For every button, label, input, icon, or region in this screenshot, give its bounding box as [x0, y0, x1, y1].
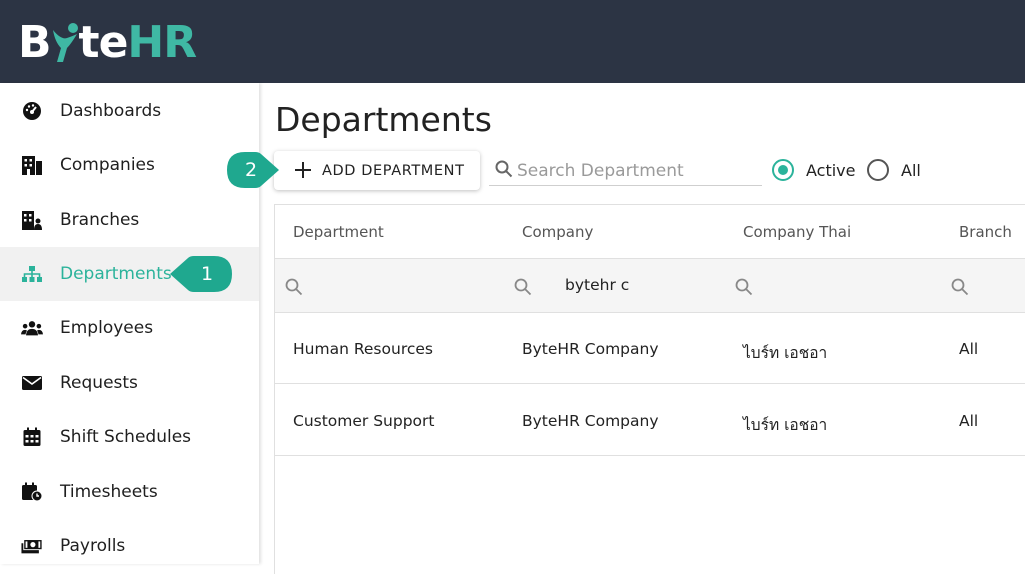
sitemap-icon: [21, 263, 43, 285]
filter-all-label: All: [901, 160, 921, 180]
cell-company-thai: ไบร์ท เอชอา: [743, 416, 828, 434]
add-department-label: ADD DEPARTMENT: [322, 162, 465, 179]
step-1-number: 1: [201, 263, 214, 285]
cell-branch: All: [959, 340, 979, 358]
branch-building-icon: [21, 209, 43, 231]
filter-all-radio[interactable]: All: [867, 159, 921, 181]
table-row[interactable]: Customer Support ByteHR Company ไบร์ท เอ…: [275, 385, 1025, 456]
sidebar-item-companies[interactable]: Companies: [0, 138, 259, 192]
sidebar-item-employees[interactable]: Employees: [0, 301, 259, 355]
departments-table: Department Company Company Thai Branch b…: [274, 204, 1025, 574]
search-icon: [951, 278, 969, 300]
sidebar: Dashboards Companies Branches Department…: [0, 83, 259, 564]
radio-unchecked-icon: [867, 159, 889, 181]
calendar-clock-icon: [21, 481, 43, 503]
cell-branch: All: [959, 412, 979, 430]
company-filter-input[interactable]: bytehr c: [565, 276, 629, 294]
speedometer-icon: [21, 100, 43, 122]
filter-active-radio[interactable]: Active: [772, 159, 856, 181]
sidebar-item-shift-schedules[interactable]: Shift Schedules: [0, 410, 259, 464]
money-icon: [21, 535, 43, 557]
logo-letters-te: te: [78, 16, 129, 68]
search-department-input[interactable]: [517, 158, 757, 184]
search-icon: [285, 278, 303, 300]
cell-company: ByteHR Company: [522, 412, 659, 430]
sidebar-item-label: Timesheets: [60, 482, 158, 502]
bytehr-logo[interactable]: B te HR: [18, 14, 197, 70]
sidebar-item-dashboards[interactable]: Dashboards: [0, 84, 259, 138]
sidebar-item-payrolls[interactable]: Payrolls: [0, 519, 259, 573]
filter-active-label: Active: [806, 160, 856, 180]
mail-icon: [21, 372, 43, 394]
sidebar-item-label: Departments: [60, 264, 172, 284]
logo-letters-hr: HR: [127, 16, 197, 68]
page-title: Departments: [275, 100, 492, 139]
table-filter-row: bytehr c: [275, 259, 1025, 313]
sidebar-item-label: Shift Schedules: [60, 427, 192, 447]
department-search: [489, 156, 762, 186]
logo-person-icon: [51, 18, 79, 66]
sidebar-item-requests[interactable]: Requests: [0, 356, 259, 410]
search-icon: [514, 278, 532, 300]
main-content: Departments ADD DEPARTMENT Active All De…: [259, 83, 1025, 574]
step-2-callout: 2: [225, 150, 279, 190]
radio-checked-icon: [772, 159, 794, 181]
step-2-number: 2: [245, 159, 258, 181]
sidebar-item-label: Branches: [60, 210, 140, 230]
cell-company: ByteHR Company: [522, 340, 659, 358]
table-header: Department Company Company Thai Branch: [275, 205, 1025, 259]
calendar-icon: [21, 426, 43, 448]
plus-icon: [293, 160, 313, 180]
building-icon: [21, 154, 43, 176]
logo-letter-b: B: [18, 16, 52, 68]
table-row[interactable]: Human Resources ByteHR Company ไบร์ท เอช…: [275, 313, 1025, 384]
column-header-branch[interactable]: Branch: [959, 223, 1012, 241]
search-icon: [495, 160, 513, 182]
column-header-company-thai[interactable]: Company Thai: [743, 223, 851, 241]
column-header-company[interactable]: Company: [522, 223, 593, 241]
search-icon: [735, 278, 753, 300]
column-header-department[interactable]: Department: [293, 223, 384, 241]
cell-department: Human Resources: [293, 340, 433, 358]
sidebar-item-label: Companies: [60, 155, 155, 175]
sidebar-item-branches[interactable]: Branches: [0, 193, 259, 247]
cell-company-thai: ไบร์ท เอชอา: [743, 344, 828, 362]
sidebar-item-label: Employees: [60, 318, 154, 338]
add-department-button[interactable]: ADD DEPARTMENT: [274, 151, 480, 190]
cell-department: Customer Support: [293, 412, 435, 430]
top-app-bar: B te HR: [0, 0, 1025, 83]
step-1-callout: 1: [170, 254, 232, 294]
people-icon: [21, 317, 43, 339]
sidebar-item-label: Payrolls: [60, 536, 126, 556]
sidebar-item-timesheets[interactable]: Timesheets: [0, 465, 259, 519]
sidebar-item-label: Requests: [60, 373, 138, 393]
sidebar-item-label: Dashboards: [60, 101, 162, 121]
